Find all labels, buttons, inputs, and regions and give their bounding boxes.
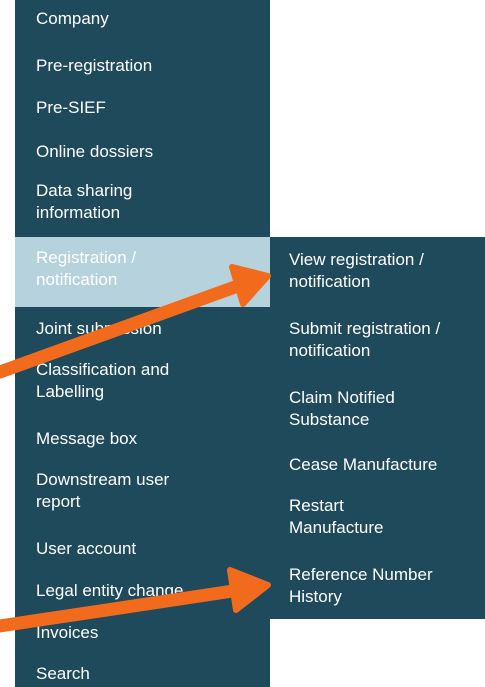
menu-item-label: Joint submission (36, 319, 162, 338)
submenu-item-label: Reference Number History (289, 565, 433, 606)
submenu-view-registration[interactable]: View registration / notification (270, 249, 485, 293)
menu-item-classification[interactable]: Classification and Labelling (15, 359, 270, 403)
menu-item-message-box[interactable]: Message box (15, 428, 270, 450)
submenu-reference-number-history[interactable]: Reference Number History (270, 564, 485, 608)
submenu-submit-registration[interactable]: Submit registration / notification (270, 318, 485, 362)
menu-item-label: Data sharing information (36, 181, 133, 222)
submenu-item-label: Cease Manufacture (289, 455, 438, 474)
submenu-restart-manufacture[interactable]: Restart Manufacture (270, 495, 485, 539)
menu-item-joint-submission[interactable]: Joint submission (15, 318, 270, 340)
menu-item-label: Message box (36, 429, 138, 448)
main-menu: Company Pre-registration Pre-SIEF Online… (15, 0, 270, 687)
submenu-cease-manufacture[interactable]: Cease Manufacture (270, 454, 485, 476)
menu-item-data-sharing[interactable]: Data sharing information (15, 180, 270, 224)
menu-item-user-account[interactable]: User account (15, 538, 270, 560)
menu-item-legal-entity[interactable]: Legal entity change (15, 580, 270, 602)
submenu-claim-notified-substance[interactable]: Claim Notified Substance (270, 387, 485, 431)
submenu-item-label: Restart Manufacture (289, 496, 384, 537)
menu-item-label: Online dossiers (36, 142, 154, 161)
menu-item-label: Invoices (36, 623, 99, 642)
menu-item-downstream-user[interactable]: Downstream user report (15, 469, 270, 513)
submenu-item-label: Submit registration / notification (289, 319, 441, 360)
menu-item-label: Pre-registration (36, 56, 153, 75)
menu-item-label: Classification and Labelling (36, 360, 170, 401)
registration-submenu: View registration / notification Submit … (270, 237, 485, 619)
menu-item-label: Company (36, 9, 109, 28)
menu-item-label: Pre-SIEF (36, 98, 106, 117)
menu-item-label: Downstream user report (36, 470, 170, 511)
menu-item-invoices[interactable]: Invoices (15, 622, 270, 644)
menu-item-label: Legal entity change (36, 581, 184, 600)
menu-item-label: User account (36, 539, 137, 558)
menu-item-pre-registration[interactable]: Pre-registration (15, 55, 270, 77)
menu-item-label: Registration / notification (36, 248, 137, 289)
menu-item-pre-sief[interactable]: Pre-SIEF (15, 97, 270, 119)
menu-item-search[interactable]: Search (15, 663, 270, 685)
submenu-item-label: Claim Notified Substance (289, 388, 395, 429)
menu-item-online-dossiers[interactable]: Online dossiers (15, 141, 270, 163)
menu-item-company[interactable]: Company (15, 8, 270, 30)
menu-item-label: Search (36, 664, 90, 683)
submenu-item-label: View registration / notification (289, 250, 424, 291)
menu-item-registration[interactable]: Registration / notification (15, 237, 270, 307)
